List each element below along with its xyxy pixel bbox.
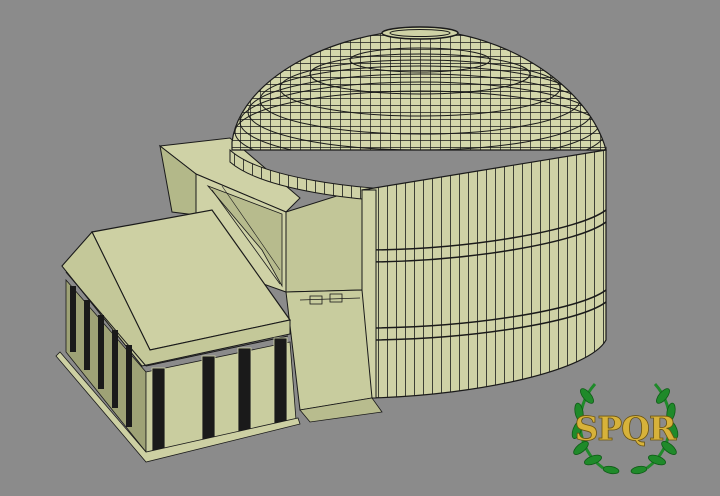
spqr-emblem: SPQR [571,382,678,475]
spqr-text: SPQR [575,409,677,448]
pantheon-render: SPQR [55,26,678,475]
oculus [381,26,459,40]
dome [231,26,607,151]
connecting-wall [285,289,373,411]
render-viewport: SPQR [0,0,720,496]
rotunda-drum [361,149,607,399]
